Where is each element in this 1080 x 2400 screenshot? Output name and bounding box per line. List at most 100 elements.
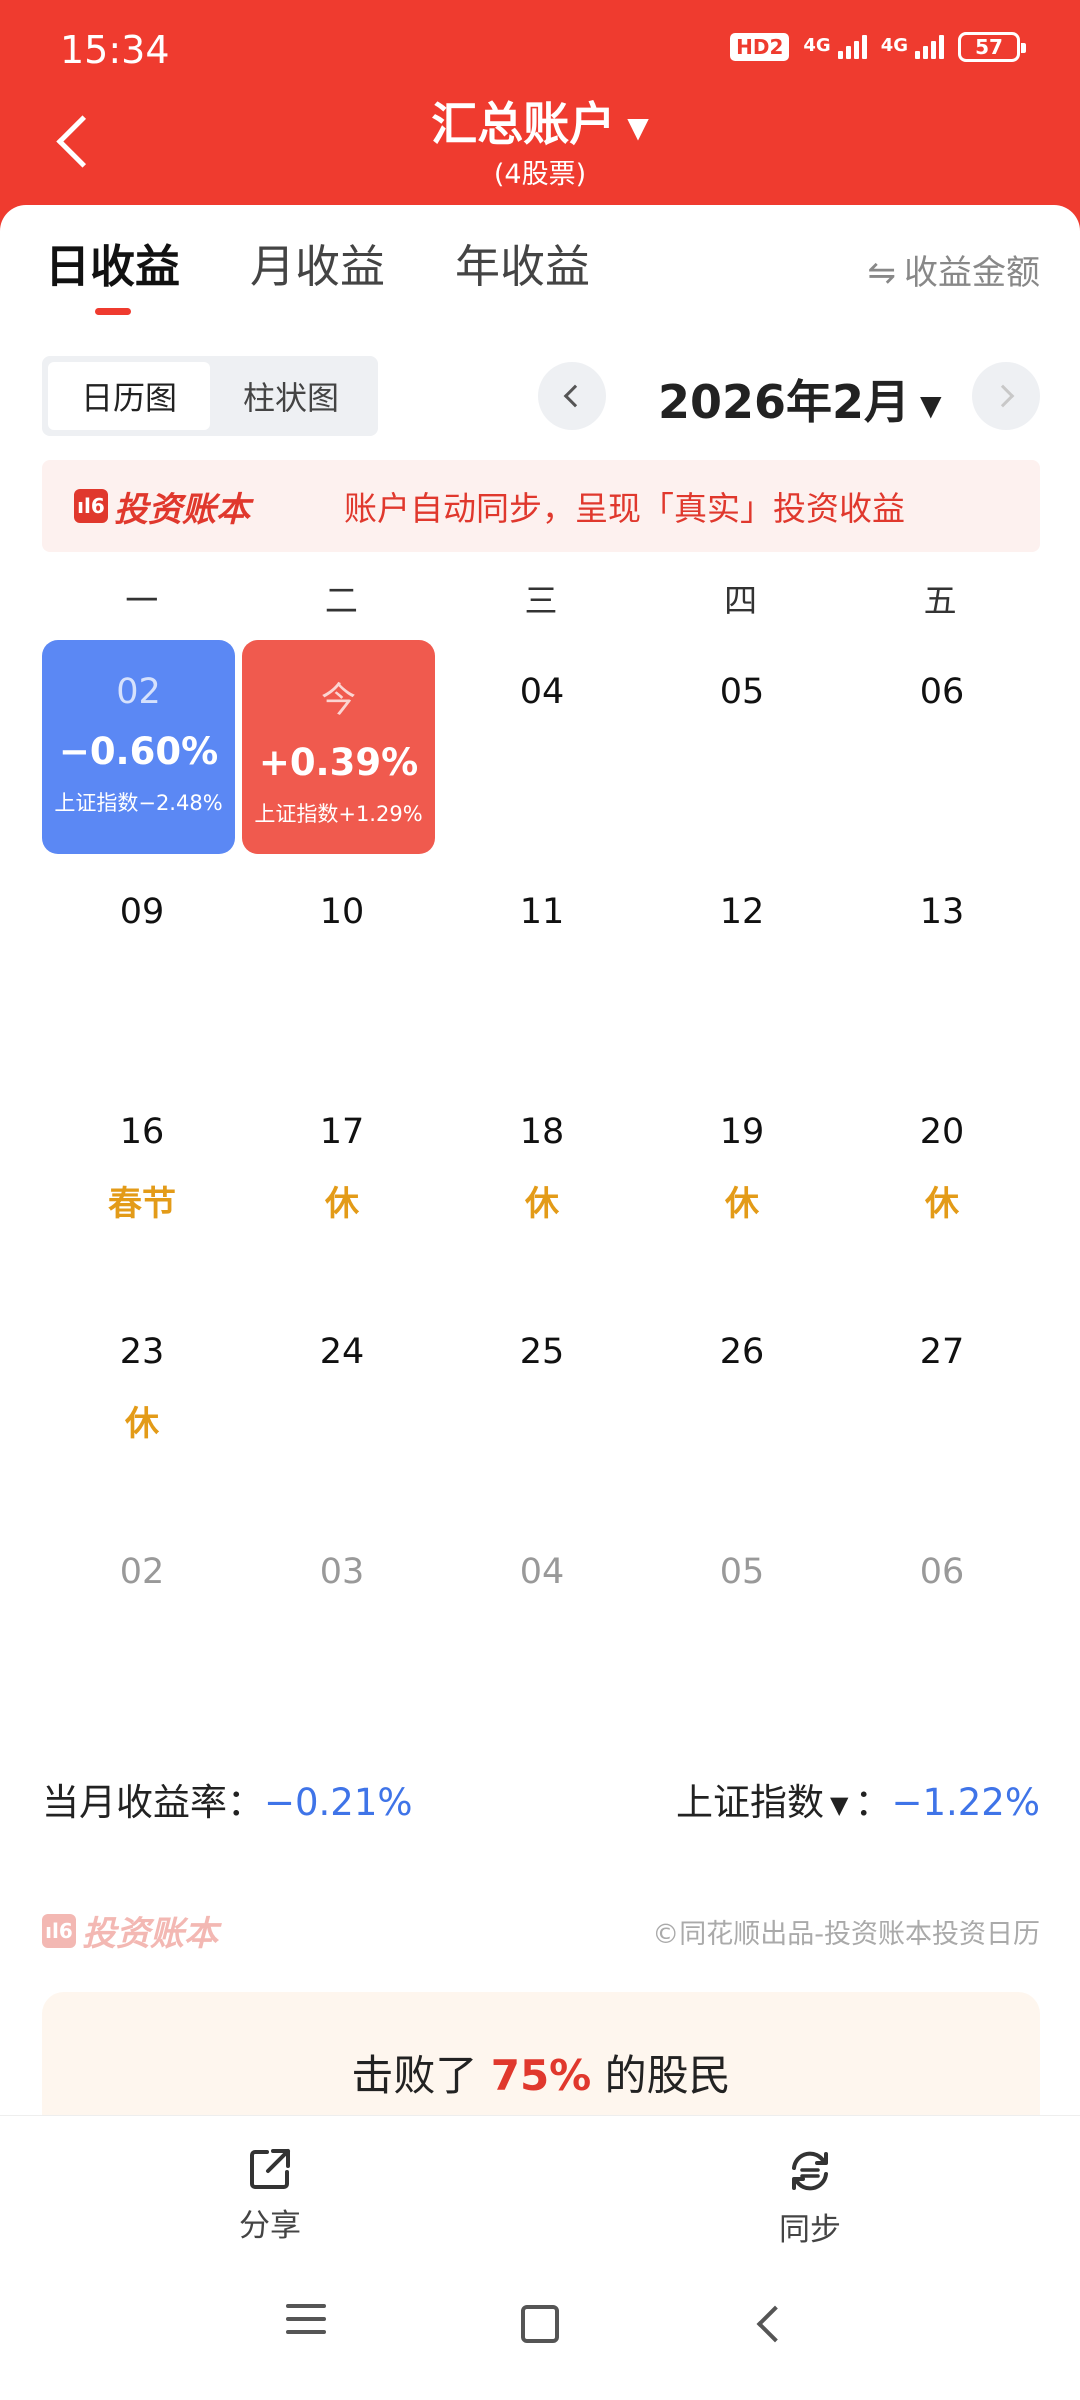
- status-time: 15:34: [60, 28, 170, 72]
- ledger-logo-icon: ıl6: [42, 1913, 76, 1948]
- day-number: 10: [319, 892, 365, 932]
- calendar-day[interactable]: 05: [642, 640, 842, 860]
- day-number: 16: [119, 1112, 165, 1152]
- system-navigation-bar: [0, 2255, 1080, 2400]
- index-return: 上证指数 ▼ ：−1.22%: [675, 1781, 1040, 1824]
- monthly-summary: 当月收益率：−0.21% 上证指数 ▼ ：−1.22%: [42, 1772, 1040, 1832]
- holiday-tag: 休: [125, 1404, 159, 1444]
- day-number: 09: [119, 892, 165, 932]
- calendar-day[interactable]: 09: [42, 860, 242, 1080]
- hd-badge: HD2: [730, 33, 790, 61]
- day-number: 18: [519, 1112, 565, 1152]
- page-subtitle: (4股票): [493, 159, 587, 190]
- share-button[interactable]: 分享: [190, 2146, 350, 2245]
- brand-logo: ıl6 投资账本: [74, 482, 250, 531]
- recent-apps-button[interactable]: [266, 2295, 346, 2355]
- day-number: 今: [320, 681, 356, 721]
- calendar-day-next-month[interactable]: 03: [242, 1520, 442, 1740]
- system-back-button[interactable]: [734, 2295, 814, 2355]
- signal-icon: 4G: [881, 35, 944, 59]
- calendar-day[interactable]: 24: [242, 1300, 442, 1520]
- holiday-tag: 休: [525, 1184, 559, 1224]
- view-bar-chart-button[interactable]: 柱状图: [210, 362, 372, 430]
- calendar-day-holiday[interactable]: 23 休: [42, 1300, 242, 1520]
- ledger-logo-icon: ıl6: [74, 489, 108, 523]
- calendar-day[interactable]: 25: [442, 1300, 642, 1520]
- calendar-day[interactable]: 11: [442, 860, 642, 1080]
- tab-bar: 日收益 月收益 年收益: [45, 230, 590, 315]
- monthly-return-label: 当月收益率：: [42, 1781, 264, 1824]
- view-toggle: 日历图 柱状图: [42, 356, 378, 436]
- account-selector[interactable]: 汇总账户 ▼: [0, 88, 1080, 154]
- month-picker[interactable]: 2026年2月 ▼: [658, 366, 942, 432]
- calendar-day[interactable]: 12: [642, 860, 842, 1080]
- chevron-left-icon: [563, 384, 587, 408]
- swap-icon: ⇋: [867, 253, 897, 293]
- calendar-day[interactable]: 13: [842, 860, 1042, 1080]
- sync-label: 同步: [779, 2212, 841, 2248]
- tab-yearly[interactable]: 年收益: [455, 230, 590, 315]
- calendar-day-holiday[interactable]: 20 休: [842, 1080, 1042, 1300]
- day-number: 24: [319, 1332, 365, 1372]
- calendar-day-holiday[interactable]: 16 春节: [42, 1080, 242, 1300]
- calendar-day[interactable]: 27: [842, 1300, 1042, 1520]
- promo-banner[interactable]: ıl6 投资账本 账户自动同步，呈现「真实」投资收益: [42, 460, 1040, 552]
- month-navigator: 2026年2月 ▼: [538, 360, 1040, 432]
- day-number: 17: [319, 1112, 365, 1152]
- day-number: 12: [719, 892, 765, 932]
- day-number: 19: [719, 1112, 765, 1152]
- day-number: 26: [719, 1332, 765, 1372]
- calendar-day[interactable]: 10: [242, 860, 442, 1080]
- holiday-tag: 休: [325, 1184, 359, 1224]
- caret-down-icon: ▼: [920, 389, 942, 422]
- calendar-day[interactable]: 02 −0.60% 上证指数−2.48%: [42, 640, 242, 860]
- calendar-day[interactable]: 04: [442, 640, 642, 860]
- calendar-day-holiday[interactable]: 18 休: [442, 1080, 642, 1300]
- calendar-day-today[interactable]: 今 +0.39% 上证指数+1.29%: [242, 640, 442, 860]
- calendar-day-next-month[interactable]: 02: [42, 1520, 242, 1740]
- view-calendar-button[interactable]: 日历图: [48, 362, 210, 430]
- day-number: 27: [919, 1332, 965, 1372]
- bottom-action-bar: 分享 同步: [0, 2115, 1080, 2255]
- ranking-card[interactable]: 击败了 75% 的股民: [42, 1992, 1040, 2122]
- day-number: 25: [519, 1332, 565, 1372]
- index-selector[interactable]: 上证指数 ▼: [676, 1781, 854, 1824]
- calendar-day-holiday[interactable]: 17 休: [242, 1080, 442, 1300]
- day-number: 04: [519, 672, 565, 712]
- daily-return: +0.39%: [258, 741, 419, 784]
- day-number: 23: [119, 1332, 165, 1372]
- calendar-day-next-month[interactable]: 06: [842, 1520, 1042, 1740]
- amount-toggle-label: 收益金额: [904, 253, 1040, 293]
- day-number: 02: [119, 1552, 165, 1592]
- home-button[interactable]: [500, 2295, 580, 2355]
- weekday-label: 二: [324, 581, 358, 620]
- calendar-week: 09 10 11 12 13: [42, 860, 1042, 1080]
- share-label: 分享: [239, 2208, 301, 2244]
- weekday-label: 四: [724, 581, 758, 620]
- next-month-button[interactable]: [972, 362, 1040, 430]
- sync-button[interactable]: 同步: [730, 2146, 890, 2249]
- day-number: 11: [519, 892, 565, 932]
- daily-return-tile-gain[interactable]: 今 +0.39% 上证指数+1.29%: [242, 640, 435, 854]
- tab-monthly[interactable]: 月收益: [250, 230, 385, 315]
- calendar-day-holiday[interactable]: 19 休: [642, 1080, 842, 1300]
- share-icon: [250, 2149, 290, 2189]
- day-number: 13: [919, 892, 965, 932]
- amount-toggle-button[interactable]: ⇋ 收益金额: [868, 245, 1041, 294]
- calendar-week: 02 03 04 05 06: [42, 1520, 1042, 1740]
- calendar-week: 23 休 24 25 26 27: [42, 1300, 1042, 1520]
- tab-daily[interactable]: 日收益: [45, 230, 180, 315]
- battery-icon: 57: [958, 32, 1026, 62]
- calendar-day[interactable]: 26: [642, 1300, 842, 1520]
- day-number: 06: [919, 672, 965, 712]
- daily-return-tile-loss[interactable]: 02 −0.60% 上证指数−2.48%: [42, 640, 235, 854]
- calendar-day[interactable]: 06: [842, 640, 1042, 860]
- day-number: 06: [919, 1552, 965, 1592]
- sync-icon: [792, 2151, 828, 2191]
- day-number: 20: [919, 1112, 965, 1152]
- calendar-day-next-month[interactable]: 04: [442, 1520, 642, 1740]
- ranking-percent: 75%: [490, 2051, 592, 2100]
- calendar-day-next-month[interactable]: 05: [642, 1520, 842, 1740]
- prev-month-button[interactable]: [538, 362, 606, 430]
- calendar-week: 16 春节 17 休 18 休 19 休 20 休: [42, 1080, 1042, 1300]
